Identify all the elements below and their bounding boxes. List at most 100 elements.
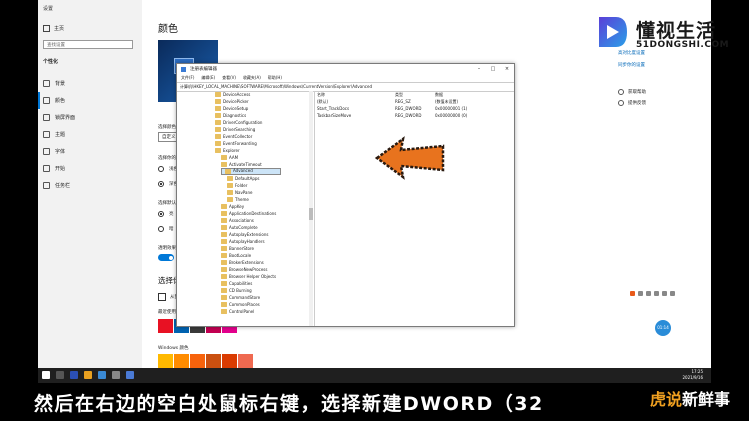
- sync-settings-link[interactable]: 同步你的设置: [618, 62, 688, 74]
- menu-edit[interactable]: 编辑(E): [201, 75, 215, 81]
- tree-node[interactable]: CD Burning: [221, 287, 252, 294]
- menu-bar: 文件(F) 编辑(E) 查看(V) 收藏夹(A) 帮助(H): [177, 74, 514, 82]
- tree-node[interactable]: Associations: [221, 217, 254, 224]
- search-icon[interactable]: [56, 371, 64, 379]
- brand-part1: 虎说: [650, 390, 683, 409]
- node-label: BannerStore: [229, 245, 254, 251]
- sogou-icon[interactable]: [630, 291, 635, 296]
- tree-node[interactable]: DeviceSetup: [215, 105, 248, 112]
- settings-search-input[interactable]: 查找设置: [43, 40, 133, 49]
- tree-node[interactable]: AppKey: [221, 203, 244, 210]
- tree-node[interactable]: Capabilities: [221, 280, 252, 287]
- column-name[interactable]: 名称: [317, 92, 395, 98]
- tree-node[interactable]: AutoplayExtensions: [221, 231, 268, 238]
- tree-node[interactable]: AutoplayHandlers: [221, 238, 265, 245]
- nav-item-colors[interactable]: 颜色: [38, 92, 142, 109]
- tree-node[interactable]: Browser Helper Objects: [221, 273, 276, 280]
- values-list: 名称 类型 数据 (默认) REG_SZ (数值未设置) Start_Track…: [317, 91, 512, 119]
- color-swatch[interactable]: [158, 319, 173, 333]
- start-icon[interactable]: [42, 371, 50, 379]
- app-icon[interactable]: [70, 371, 78, 379]
- tree-node[interactable]: ControlPanel: [221, 308, 254, 315]
- edge-icon[interactable]: [98, 371, 106, 379]
- nav-item-lockscreen[interactable]: 锁屏界面: [38, 109, 142, 126]
- tree-node[interactable]: Folder: [227, 182, 247, 189]
- value-row[interactable]: TaskbarSizeMove REG_DWORD 0x00000000 (0): [317, 112, 512, 119]
- channel-brand: 虎说新鲜事: [650, 386, 730, 410]
- tree-node[interactable]: DevicePicker: [215, 98, 249, 105]
- tree-node[interactable]: EventForwarding: [215, 140, 257, 147]
- tree-node[interactable]: DeviceAccess: [215, 91, 250, 98]
- tree-node[interactable]: AAM: [221, 154, 238, 161]
- node-label: EventCollector: [223, 133, 253, 139]
- settings-icon[interactable]: [112, 371, 120, 379]
- tree-node[interactable]: BannerStore: [221, 245, 254, 252]
- tree-node[interactable]: BootLocale: [221, 252, 251, 259]
- color-swatch[interactable]: [158, 354, 173, 368]
- nav-item-start[interactable]: 开始: [38, 160, 142, 177]
- nav-item-background[interactable]: 背景: [38, 75, 142, 92]
- folder-open-icon: [225, 169, 231, 174]
- tree-node[interactable]: ApplicationDestinations: [221, 210, 276, 217]
- tray-icon[interactable]: [670, 291, 675, 296]
- nav-item-themes[interactable]: 主题: [38, 126, 142, 143]
- color-swatch[interactable]: [238, 354, 253, 368]
- tray-icon[interactable]: [662, 291, 667, 296]
- home-nav-item[interactable]: 主页: [43, 25, 64, 32]
- tree-node[interactable]: DriverConfiguration: [215, 119, 262, 126]
- maximize-button[interactable]: □: [486, 64, 500, 74]
- menu-favorites[interactable]: 收藏夹(A): [243, 75, 261, 81]
- tree-node[interactable]: DriverSearching: [215, 126, 255, 133]
- minimize-button[interactable]: –: [472, 64, 486, 74]
- menu-help[interactable]: 帮助(H): [268, 75, 282, 81]
- value-row[interactable]: Start_TrackDocs REG_DWORD 0x00000001 (1): [317, 105, 512, 112]
- floating-timer[interactable]: 01:14: [655, 320, 671, 336]
- taskbar-clock[interactable]: 17:25 2021/9/16: [682, 369, 703, 381]
- feedback-link[interactable]: 提供反馈: [618, 97, 646, 108]
- tray-icon[interactable]: [654, 291, 659, 296]
- color-swatch[interactable]: [206, 354, 221, 368]
- registry-title-bar[interactable]: 注册表编辑器: [177, 64, 514, 74]
- scrollbar-thumb[interactable]: [309, 208, 313, 220]
- menu-view[interactable]: 查看(V): [222, 75, 236, 81]
- tray-icon[interactable]: [646, 291, 651, 296]
- color-swatch[interactable]: [174, 354, 189, 368]
- pane-splitter[interactable]: [314, 91, 315, 326]
- tree-node[interactable]: NavPane: [227, 189, 253, 196]
- menu-file[interactable]: 文件(F): [181, 75, 194, 81]
- folder-icon: [215, 120, 221, 125]
- get-help-link[interactable]: 获取帮助: [618, 86, 646, 97]
- node-label: Associations: [229, 217, 254, 223]
- tree-node[interactable]: EventCollector: [215, 133, 252, 140]
- folder-icon: [215, 113, 221, 118]
- column-data[interactable]: 数据: [435, 92, 505, 98]
- tree-node[interactable]: CommonPlaces: [221, 301, 260, 308]
- tree-node[interactable]: CommandStore: [221, 294, 260, 301]
- tray-icon[interactable]: [638, 291, 643, 296]
- windows-mode-light-radio[interactable]: 浅色: [158, 166, 178, 172]
- close-button[interactable]: ×: [500, 64, 514, 74]
- nav-item-fonts[interactable]: 字体: [38, 143, 142, 160]
- tree-node[interactable]: DefaultApps: [227, 175, 260, 182]
- app-mode-light-radio[interactable]: 亮: [158, 211, 174, 217]
- tree-scrollbar[interactable]: [309, 91, 313, 326]
- regedit-icon[interactable]: [126, 371, 134, 379]
- node-label: AutoplayHandlers: [229, 238, 265, 244]
- tree-node-selected[interactable]: Advanced: [221, 168, 281, 175]
- folder-icon[interactable]: [84, 371, 92, 379]
- tree-node[interactable]: AutoComplete: [221, 224, 258, 231]
- value-row[interactable]: (默认) REG_SZ (数值未设置): [317, 98, 512, 105]
- color-swatch[interactable]: [222, 354, 237, 368]
- key-tree: DeviceAccess DevicePicker DeviceSetup Di…: [177, 91, 313, 326]
- tree-node[interactable]: Diagnostics: [215, 112, 246, 119]
- tree-node[interactable]: Explorer: [215, 147, 240, 154]
- tree-node[interactable]: BrowseNewProcess: [221, 266, 267, 273]
- windows-mode-dark-radio[interactable]: 深色: [158, 181, 178, 187]
- nav-label: 颜色: [55, 98, 66, 104]
- nav-item-taskbar[interactable]: 任务栏: [38, 177, 142, 194]
- app-mode-dark-radio[interactable]: 暗: [158, 226, 174, 232]
- color-swatch[interactable]: [190, 354, 205, 368]
- tree-node[interactable]: Theme: [227, 196, 249, 203]
- column-type[interactable]: 类型: [395, 92, 435, 98]
- tree-node[interactable]: BrokerExtensions: [221, 259, 264, 266]
